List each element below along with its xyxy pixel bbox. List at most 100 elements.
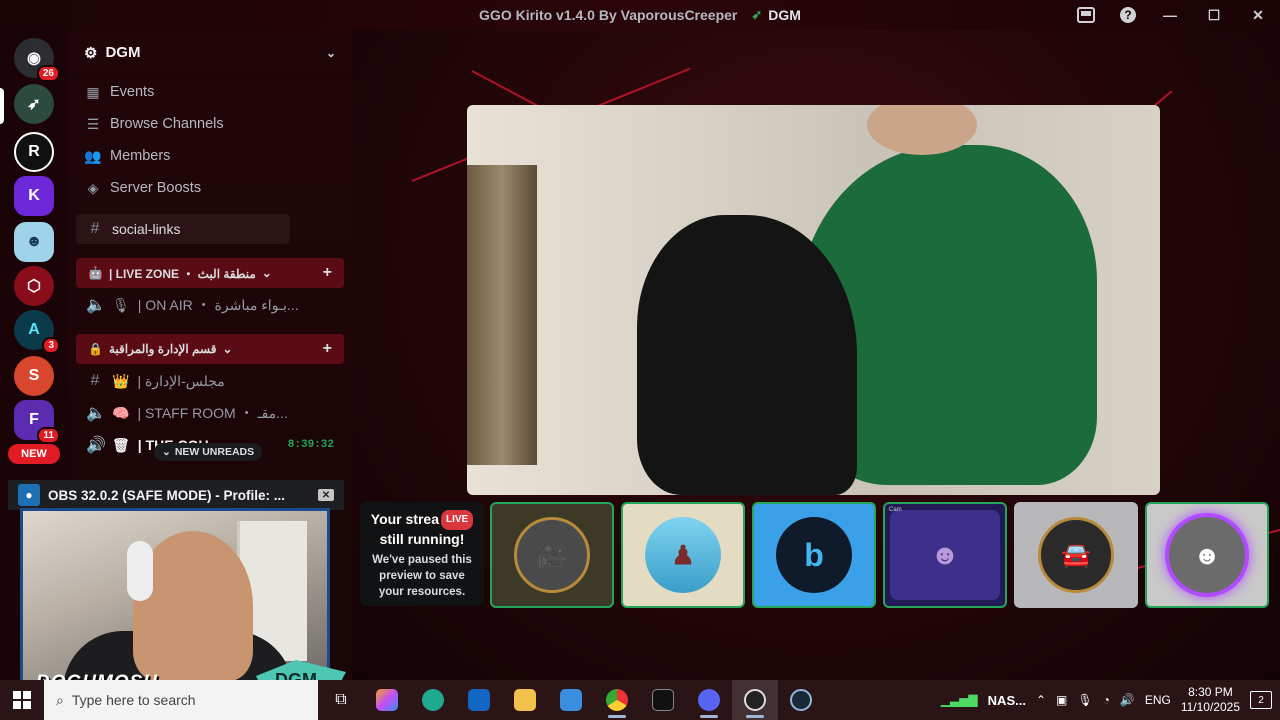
system-tray: ▁▃▅▇ NAS... ⌃ ▣ 🎙 ◔ 🔊 ENG 8:30 PM 11/10/… — [941, 685, 1280, 715]
paused-heading: Your strea LIVE — [366, 510, 478, 530]
title-server: ➶ DGM — [751, 7, 801, 23]
nav-members[interactable]: 👥 Members — [68, 140, 352, 172]
server-title: DGM — [105, 44, 141, 61]
participant-tile[interactable]: ☻ — [1145, 502, 1269, 608]
dark-pants — [637, 215, 857, 495]
server-icon-4[interactable]: ☻ — [14, 222, 54, 262]
channel-admin-council[interactable]: # 👑 | مجلس-الإدارة — [76, 366, 344, 396]
mic-icon[interactable]: 🎙 — [1077, 693, 1092, 707]
maximize-icon[interactable]: ☐ — [1192, 0, 1236, 30]
close-icon[interactable]: ✕ — [1236, 0, 1280, 30]
robot-icon: 🤖 — [88, 266, 103, 280]
clock-date: 11/10/2025 — [1180, 700, 1240, 714]
close-icon[interactable]: ✕ — [318, 489, 334, 501]
leaf-server-icon: ➶ — [27, 96, 41, 113]
file-explorer-icon[interactable] — [502, 680, 548, 720]
voice-timer: 8:39:32 — [287, 439, 334, 451]
active-server-pill — [0, 88, 4, 124]
windows-taskbar: ⌕ Type here to search ⧉ ▁▃▅▇ NAS... ⌃ ▣ … — [0, 680, 1280, 720]
task-view-icon[interactable]: ⧉ — [318, 680, 364, 720]
obs-webcam-preview — [20, 508, 330, 684]
store-icon[interactable] — [548, 680, 594, 720]
mic-icon: 🎙 — [112, 296, 130, 313]
nav-browse-channels[interactable]: ☰ Browse Channels — [68, 108, 352, 140]
steam-icon[interactable] — [778, 680, 824, 720]
speaker-active-icon: 🔊 — [86, 437, 106, 454]
main-stream-video[interactable] — [467, 105, 1160, 495]
new-unreads-label: NEW UNREADS — [174, 446, 255, 458]
volume-icon[interactable]: 🔊 — [1120, 693, 1135, 707]
server-badge-6: 3 — [42, 337, 60, 354]
category-live-zone[interactable]: 🤖 | LIVE ZONE ・ منطقة البث ⌄ + — [76, 258, 344, 288]
chevron-down-icon: ⌄ — [222, 342, 233, 356]
help-icon[interactable]: ? — [1108, 0, 1148, 30]
network-chart-icon[interactable]: ▁▃▅▇ — [941, 693, 978, 707]
notification-center-icon[interactable]: 2 — [1250, 691, 1272, 709]
epic-games-icon[interactable] — [640, 680, 686, 720]
participant-tile[interactable]: ♟ — [621, 502, 745, 608]
r-logo-icon: R — [28, 143, 40, 160]
avatar: 🎥 — [514, 517, 590, 593]
windows-logo-icon — [13, 691, 31, 709]
participant-tile[interactable]: 🎥 — [490, 502, 614, 608]
nav-server-boosts[interactable]: ◈ Server Boosts — [68, 172, 352, 204]
server-icon-2[interactable]: R — [14, 132, 54, 172]
cam-label: Cam — [889, 507, 902, 513]
crown-icon: 👑 — [112, 372, 130, 389]
obs-window-bar[interactable]: ● OBS 32.0.2 (SAFE MODE) - Profile: ... … — [8, 480, 344, 510]
category-admin[interactable]: 🔒 قسم الإدارة والمراقبة ⌄ + — [76, 334, 344, 364]
channel-staff-room[interactable]: 🔈 🧠 | STAFF ROOM ・ مقـ... — [76, 398, 344, 428]
device-icon[interactable]: ▣ — [1056, 693, 1067, 707]
add-channel-icon[interactable]: + — [323, 264, 332, 282]
new-unreads-pill[interactable]: ⌄ NEW UNREADS — [154, 443, 263, 461]
paused-stream-card[interactable]: Your strea LIVE still running! We've paus… — [360, 502, 484, 606]
windows-start-button[interactable] — [0, 680, 44, 720]
epic-square — [652, 689, 674, 711]
speaker-icon: 🔈 — [86, 297, 106, 314]
channel-social-links[interactable]: # social-links — [76, 214, 290, 244]
b-logo-icon: b — [804, 536, 824, 573]
steam-square — [790, 689, 812, 711]
edge-icon[interactable] — [410, 680, 456, 720]
server-icon-5[interactable]: ⬡ — [14, 266, 54, 306]
hash-icon: # — [90, 220, 100, 237]
minimize-icon[interactable]: — — [1148, 0, 1192, 30]
window-title: GGO Kirito v1.4.0 By VaporousCreeper — [479, 7, 738, 23]
participant-tile[interactable]: b — [752, 502, 876, 608]
paused-line2: still running! — [379, 531, 465, 547]
network-label: NAS... — [987, 692, 1026, 708]
copilot-icon[interactable] — [364, 680, 410, 720]
chevron-up-icon[interactable]: ⌃ — [1036, 693, 1046, 707]
language-indicator[interactable]: ENG — [1145, 693, 1171, 707]
inbox-icon[interactable] — [1064, 0, 1108, 30]
outlook-icon[interactable] — [456, 680, 502, 720]
channel-on-air[interactable]: 🔈 🎙 | ON AIR ・ بـواء مباشرة... — [76, 290, 344, 320]
server-header[interactable]: ⚙ DGM ⌄ — [68, 30, 352, 76]
direct-messages-button[interactable]: ◉ 26 — [14, 38, 60, 82]
participant-tile[interactable]: Cam ☻ — [883, 502, 1007, 608]
new-servers-badge[interactable]: NEW — [8, 444, 60, 464]
server-icon-1[interactable]: ➶ — [14, 84, 54, 124]
clock[interactable]: 8:30 PM 11/10/2025 — [1181, 685, 1240, 715]
channel-sidebar: ⚙ DGM ⌄ ▦ Events ☰ Browse Channels 👥 Mem… — [68, 30, 352, 475]
chrome-square — [606, 689, 628, 711]
search-icon: ⌕ — [56, 691, 64, 708]
hash-icon: # — [90, 372, 100, 389]
server-icon-3[interactable]: K — [14, 176, 54, 216]
server-icon-7[interactable]: S — [14, 356, 54, 396]
add-channel-icon[interactable]: + — [323, 340, 332, 358]
edge-square — [422, 689, 444, 711]
person-icon: ☻ — [1193, 539, 1221, 570]
server-icon-8[interactable]: F 11 — [14, 400, 60, 444]
boost-icon: ◈ — [87, 179, 99, 196]
title-bar: GGO Kirito v1.4.0 By VaporousCreeper ➶ D… — [0, 0, 1280, 30]
chrome-icon[interactable] — [594, 680, 640, 720]
obs-taskbar-icon[interactable] — [732, 680, 778, 720]
nav-events[interactable]: ▦ Events — [68, 76, 352, 108]
headset-icon — [127, 541, 153, 601]
participant-tile[interactable]: 🚘 — [1014, 502, 1138, 608]
discord-taskbar-icon[interactable] — [686, 680, 732, 720]
wifi-icon[interactable]: ◔ — [1103, 693, 1110, 707]
taskbar-search[interactable]: ⌕ Type here to search — [44, 680, 318, 720]
server-icon-6[interactable]: A 3 — [14, 310, 60, 354]
